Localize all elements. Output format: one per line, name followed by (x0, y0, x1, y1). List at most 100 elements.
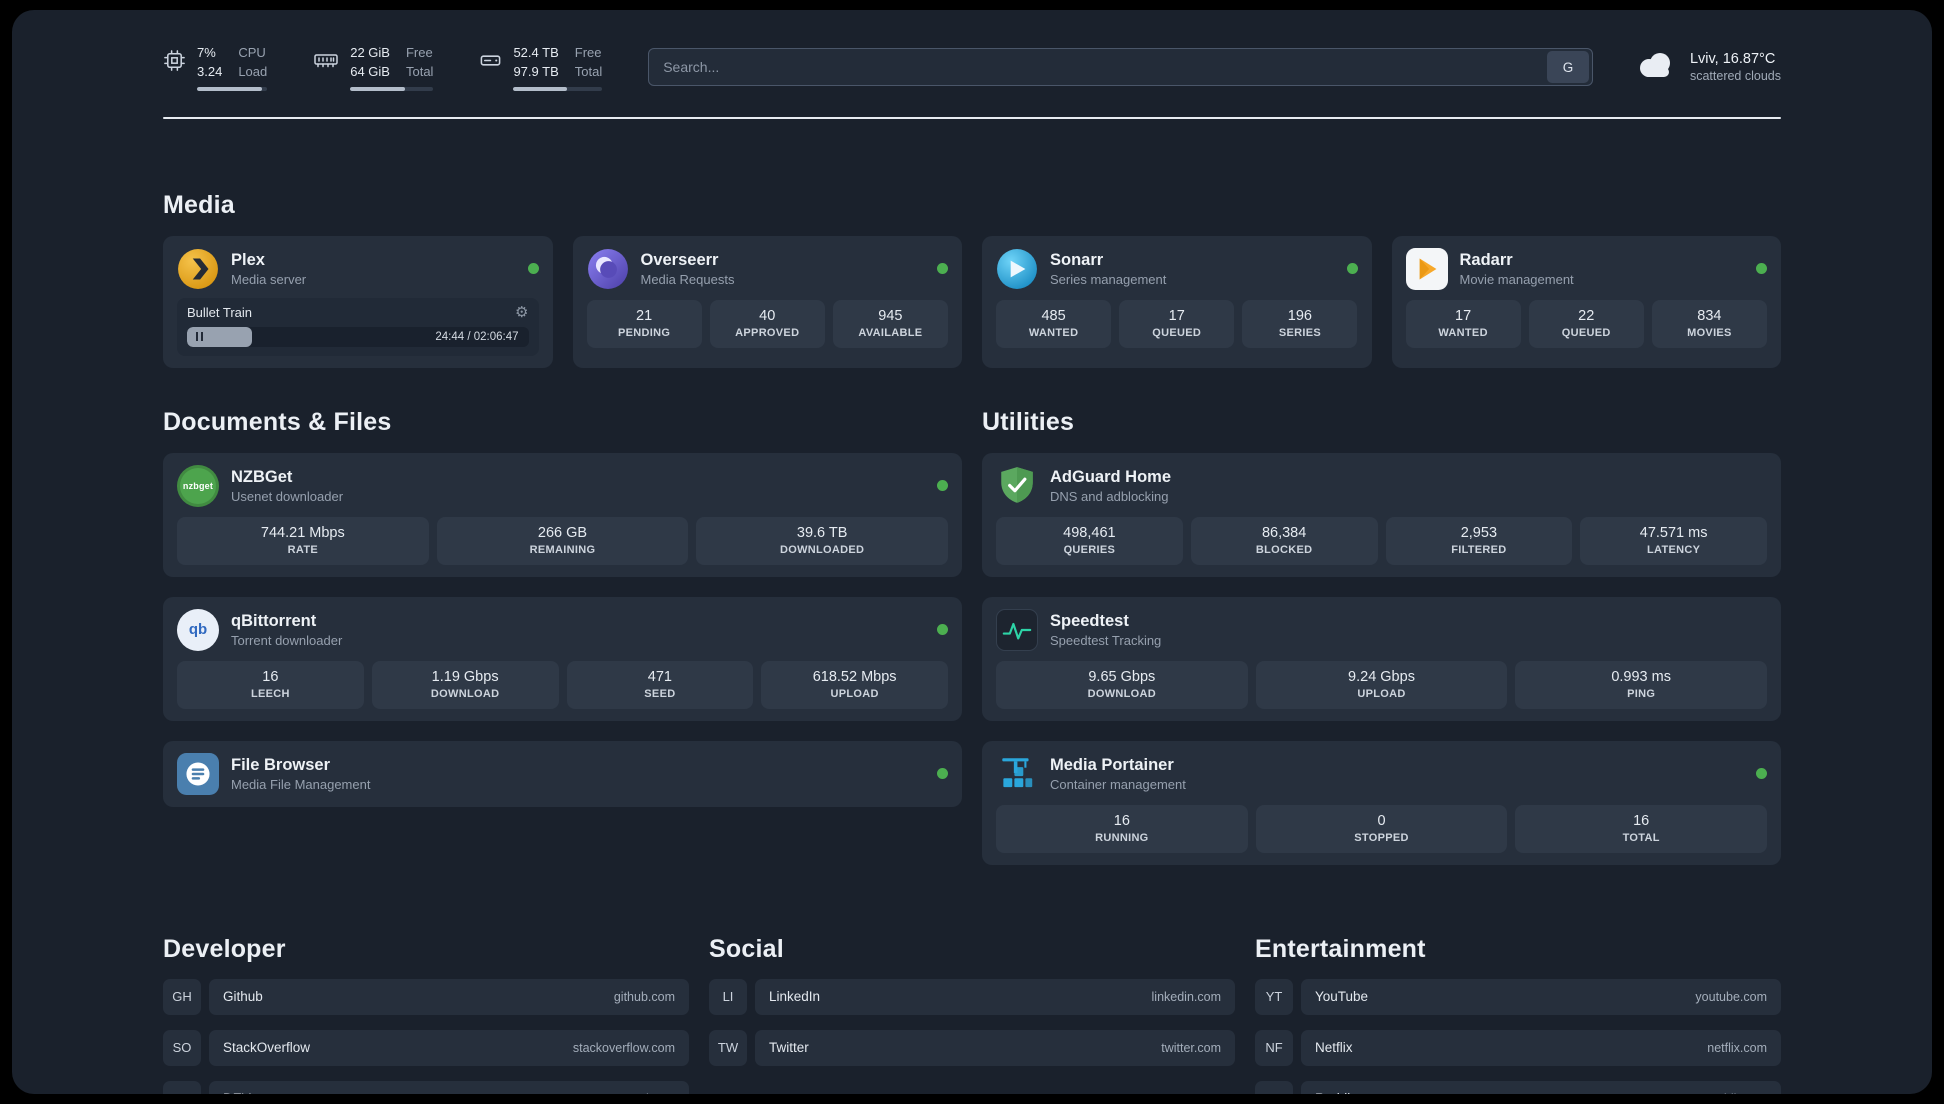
service-desc: Speedtest Tracking (1050, 632, 1162, 648)
bookmark-url: stackoverflow.com (572, 1040, 675, 1055)
cpu-meter (197, 86, 268, 91)
bookmark-url: github.com (613, 989, 675, 1004)
stat-label: RATE (287, 544, 318, 557)
service-name: File Browser (231, 755, 331, 774)
search-provider-button[interactable]: G (1546, 51, 1589, 84)
stat-label: AVAILABLE (858, 327, 923, 340)
service-desc: Torrent downloader (231, 632, 343, 648)
stat-label: SEED (644, 688, 676, 701)
stat-tile: 47.571 ms LATENCY (1580, 516, 1767, 565)
stat-value: 16 (262, 669, 279, 686)
cpu-icon (163, 49, 186, 77)
hard-drive-icon (479, 49, 502, 77)
service-card-plex[interactable]: Plex Media server Bullet Train ⚙ 24:44 /… (163, 235, 553, 368)
disk-total-value: 97.9 TB (513, 63, 559, 79)
disk-meter (513, 86, 603, 91)
stat-label: UPLOAD (830, 688, 879, 701)
stat-value: 618.52 Mbps (812, 669, 897, 686)
stat-label: DOWNLOADED (780, 544, 865, 557)
stat-value: 86,384 (1261, 525, 1307, 542)
stat-value: 945 (878, 308, 903, 325)
weather-condition: scattered clouds (1689, 69, 1781, 84)
service-card-nzbget[interactable]: nzbget NZBGet Usenet downloader 744.21 M… (163, 452, 962, 577)
stat-value: 498,461 (1063, 525, 1116, 542)
weather-location: Lviv, 16.87°C (1689, 51, 1776, 68)
ram-meter-fill (350, 86, 406, 91)
service-card-radarr[interactable]: Radarr Movie management 17 WANTED 22 QUEUE… (1391, 235, 1781, 368)
bookmark-netflix[interactable]: NF Netflix netflix.com (1255, 1029, 1781, 1066)
service-card-qbittorrent[interactable]: qb qBittorrent Torrent downloader 16 LEEC… (163, 596, 962, 721)
status-dot (1756, 263, 1767, 275)
service-card-speedtest[interactable]: Speedtest Speedtest Tracking 9.65 Gbps DO… (982, 596, 1781, 721)
service-name: AdGuard Home (1050, 467, 1172, 486)
cpu-widget: 7% 3.24 CPU Load (163, 44, 268, 91)
stat-label: QUERIES (1063, 544, 1116, 557)
settings-gear-icon[interactable]: ⚙ (515, 305, 528, 320)
service-name: Radarr (1459, 250, 1513, 269)
portainer-icon (996, 753, 1038, 795)
entertainment-section-title: Entertainment (1255, 934, 1426, 963)
stat-value: 9.65 Gbps (1088, 669, 1156, 686)
now-playing-title: Bullet Train (187, 304, 253, 320)
stat-tile: 9.65 Gbps DOWNLOAD (996, 660, 1248, 709)
bookmark-youtube[interactable]: YT YouTube youtube.com (1255, 978, 1781, 1015)
developer-section-title: Developer (163, 934, 286, 963)
bookmark-stackoverflow[interactable]: SO StackOverflow stackoverflow.com (163, 1029, 689, 1066)
stat-value: 1.19 Gbps (431, 669, 499, 686)
bookmark-linkedin[interactable]: LI LinkedIn linkedin.com (709, 978, 1235, 1015)
disk-label-bottom: Total (574, 63, 603, 79)
bookmark-url: twitter.com (1161, 1040, 1221, 1055)
disk-widget: 52.4 TB 97.9 TB Free Total (479, 44, 603, 91)
bookmark-url: youtube.com (1695, 989, 1767, 1004)
pause-icon[interactable] (196, 332, 203, 342)
ram-total-value: 64 GiB (350, 63, 390, 79)
service-desc: Media Requests (640, 271, 735, 287)
stat-tile: 1.19 Gbps DOWNLOAD (371, 660, 559, 709)
social-section-title: Social (709, 934, 784, 963)
search-input[interactable] (649, 59, 1547, 76)
stat-label: BLOCKED (1255, 544, 1313, 557)
service-card-portainer[interactable]: Media Portainer Container management 16 R… (982, 740, 1781, 865)
stat-value: 9.24 Gbps (1348, 669, 1415, 686)
ram-icon (313, 49, 339, 76)
bookmark-twitter[interactable]: TW Twitter twitter.com (709, 1029, 1235, 1066)
documents-section: Documents & Files nzbget NZBGet Usenet d… (163, 408, 962, 807)
cpu-label-top: CPU (238, 45, 266, 60)
service-card-sonarr[interactable]: Sonarr Series management 485 WANTED 17 QUE… (982, 235, 1372, 368)
stat-tile: 744.21 Mbps RATE (177, 516, 429, 565)
stat-tile: 196 SERIES (1242, 299, 1358, 348)
stat-tile: 618.52 Mbps UPLOAD (761, 660, 948, 709)
service-card-overseerr[interactable]: Overseerr Media Requests 21 PENDING 40 APP… (572, 235, 962, 368)
topbar-divider (163, 116, 1781, 119)
stat-value: 21 (636, 308, 653, 325)
dashboard-panel: 7% 3.24 CPU Load 22 GiB 64 GiB Free Tota… (12, 10, 1932, 1094)
media-section-title: Media (163, 190, 235, 219)
stat-label: DOWNLOAD (1087, 688, 1157, 701)
ram-free-value: 22 GiB (350, 45, 390, 60)
bookmark-name: Twitter (769, 1040, 809, 1056)
stat-value: 22 (1578, 308, 1595, 325)
bookmark-reddit[interactable]: RE Reddit reddit.com (1255, 1080, 1781, 1094)
bookmark-github[interactable]: GH Github github.com (163, 978, 689, 1015)
playback-progress-fill (187, 326, 252, 347)
overseerr-icon (587, 248, 629, 290)
stat-tile: 485 WANTED (996, 299, 1112, 348)
bookmark-name: Netflix (1315, 1040, 1353, 1056)
stat-tile: 17 QUEUED (1119, 299, 1235, 348)
now-playing-panel: Bullet Train ⚙ 24:44 / 02:06:47 (177, 297, 539, 356)
bookmark-abbr: NF (1255, 1029, 1293, 1066)
stat-label: LEECH (250, 688, 290, 701)
service-card-filebrowser[interactable]: File Browser Media File Management (163, 740, 962, 807)
disk-free-value: 52.4 TB (513, 45, 559, 60)
stat-value: 16 (1633, 813, 1650, 830)
bookmark-dev[interactable]: DT DEV dev.to (163, 1080, 689, 1094)
stat-value: 16 (1113, 813, 1130, 830)
service-card-adguard[interactable]: AdGuard Home DNS and adblocking 498,461 Q… (982, 452, 1781, 577)
bookmark-url: linkedin.com (1151, 989, 1221, 1004)
playback-progress-bar[interactable]: 24:44 / 02:06:47 (187, 326, 529, 347)
stat-tile: 39.6 TB DOWNLOADED (696, 516, 948, 565)
stat-label: RUNNING (1095, 832, 1149, 845)
search-bar[interactable]: G (648, 48, 1593, 87)
cpu-usage-value: 7% (197, 45, 216, 60)
bookmark-name: Reddit (1315, 1091, 1354, 1094)
